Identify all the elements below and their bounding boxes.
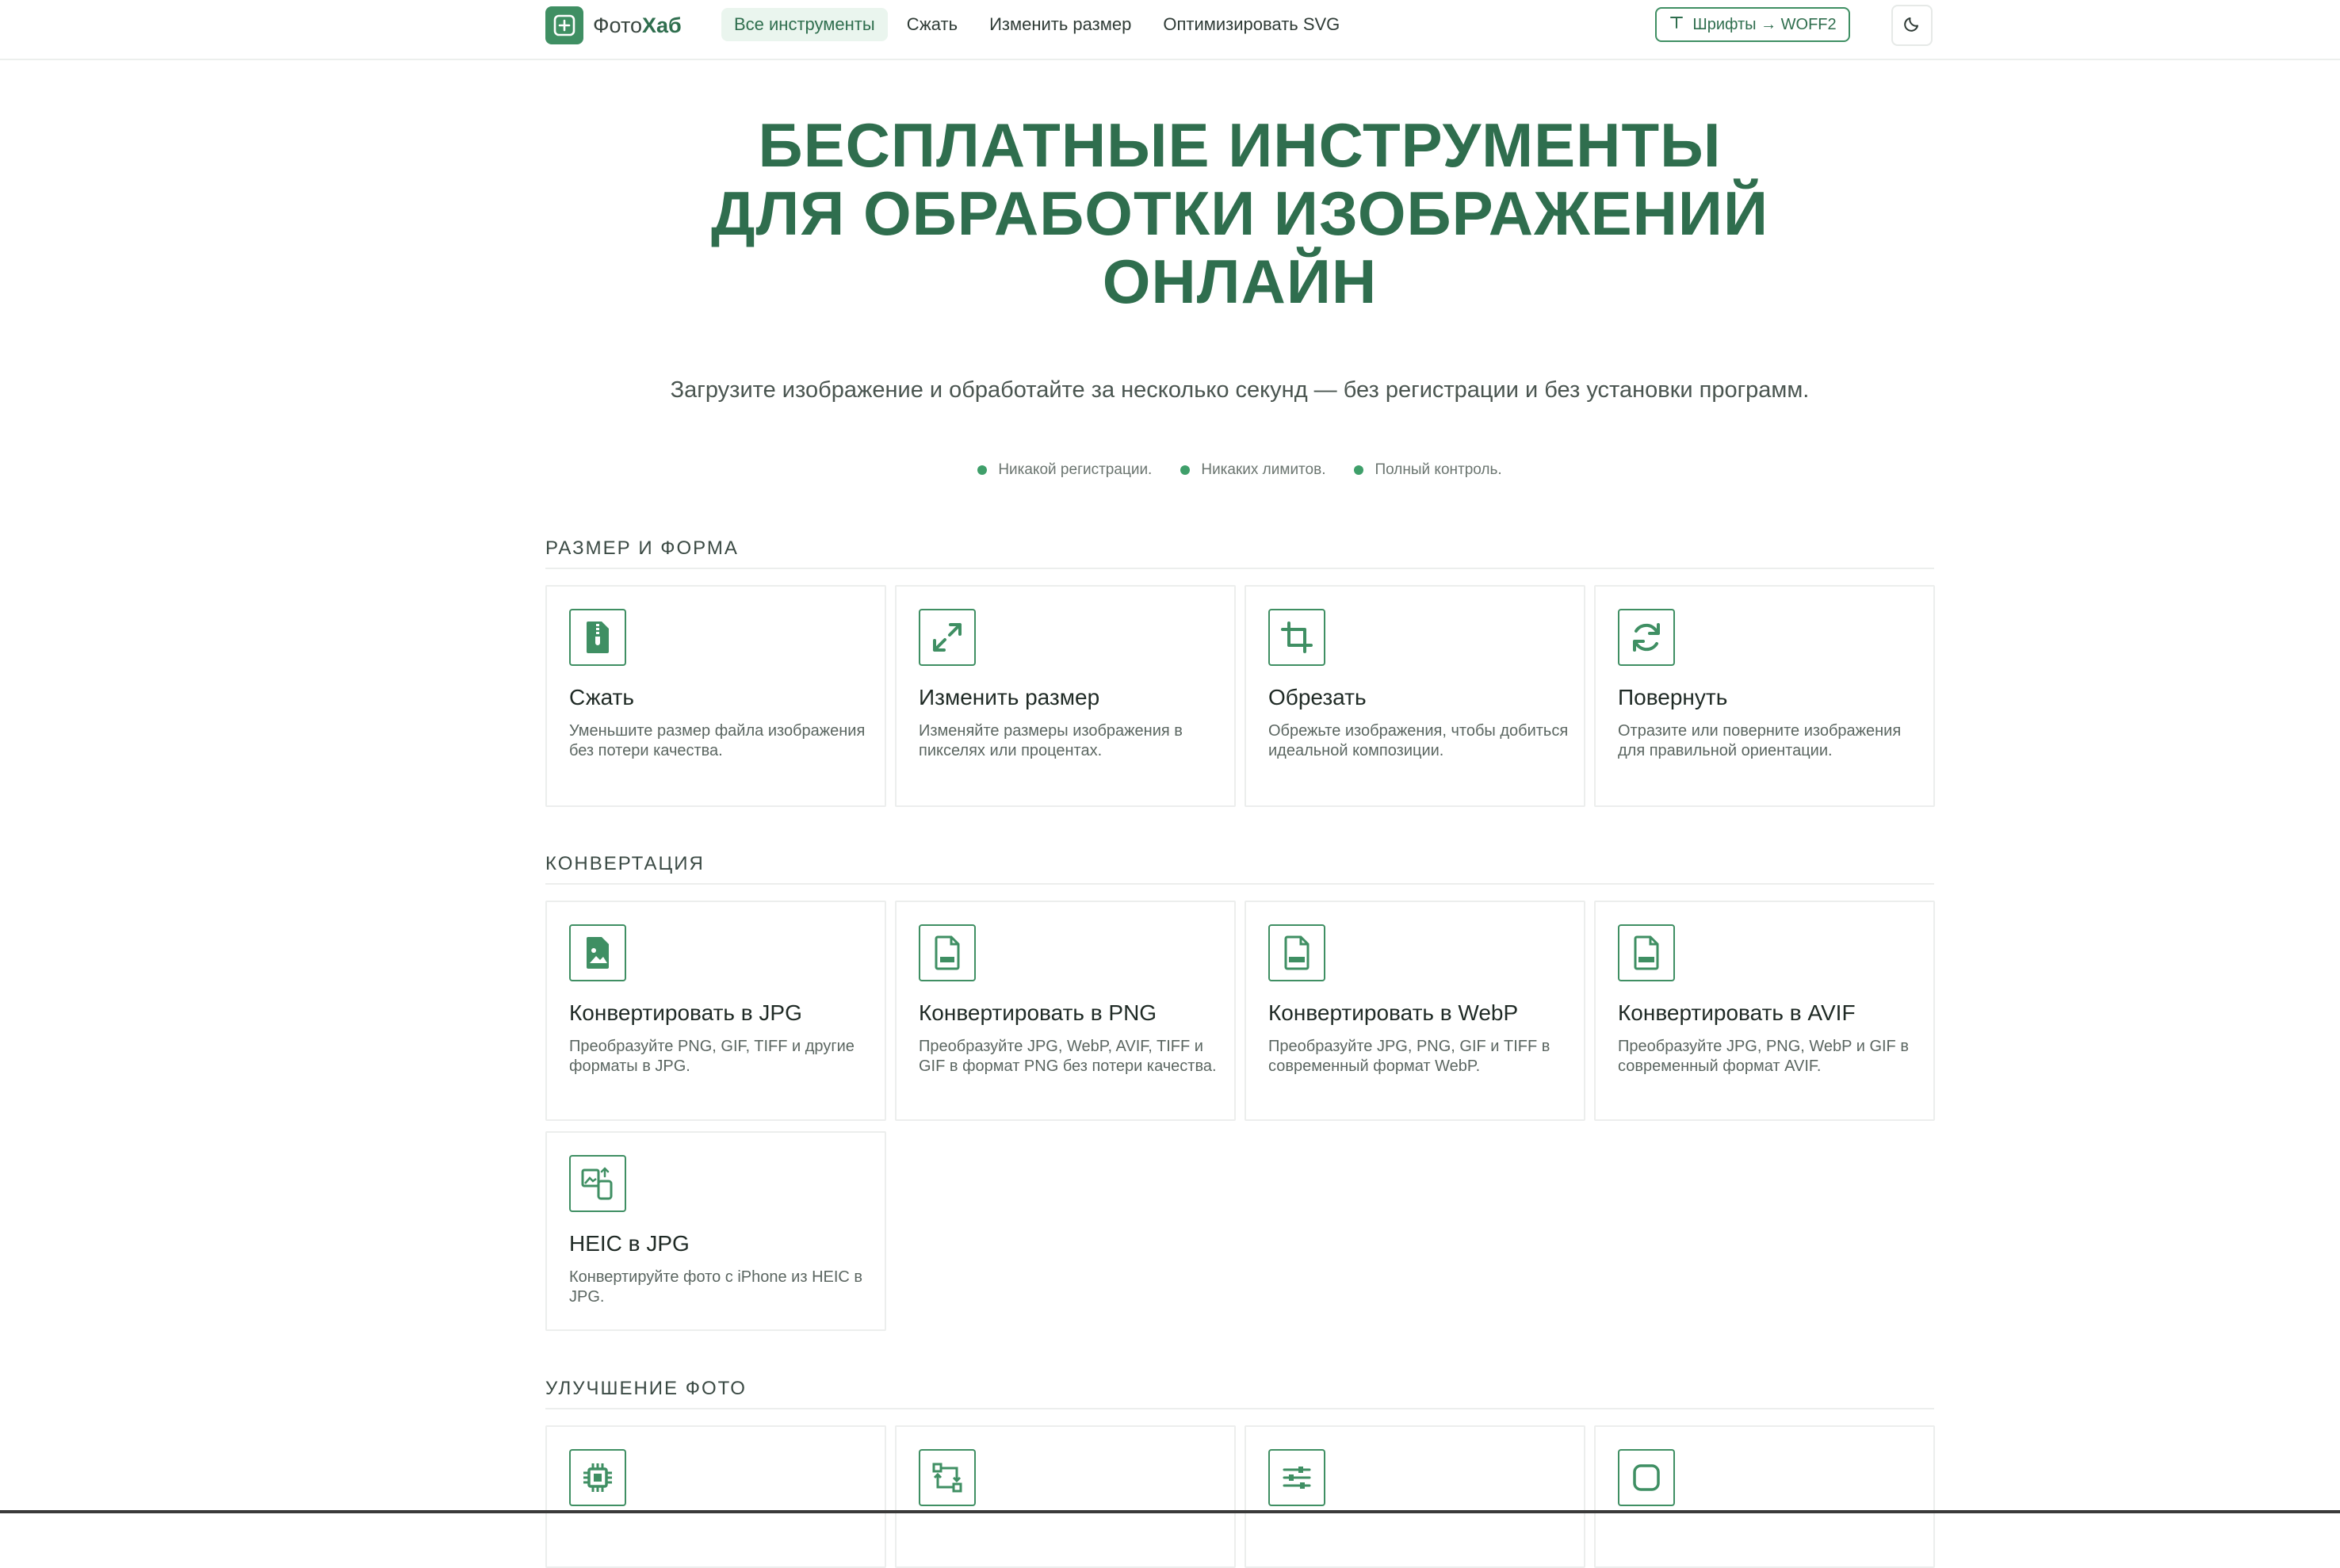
logo-suffix: Хаб xyxy=(642,13,682,37)
feature-badge: Полный контроль. xyxy=(1354,461,1502,479)
tool-card-heic-to-jpg[interactable]: HEIC в JPG Конвертируйте фото с iPhone и… xyxy=(545,1131,886,1331)
card-description: Уменьшите размер файла изображения без п… xyxy=(569,722,866,759)
tool-card[interactable] xyxy=(1245,1425,1585,1568)
card-title: Повернуть xyxy=(1618,685,1728,709)
dot-icon xyxy=(1354,465,1364,475)
feature-badges: Никакой регистрации. Никаких лимитов. По… xyxy=(0,461,2340,479)
viewport-bottom-edge xyxy=(0,1510,2340,1513)
logo-prefix: Фото xyxy=(593,13,643,37)
section-title-size-shape: РАЗМЕР И ФОРМА xyxy=(545,537,1934,569)
png-file-icon xyxy=(919,924,976,981)
badge-label: Полный контроль. xyxy=(1375,461,1502,478)
webp-file-icon xyxy=(1268,924,1325,981)
tool-card-to-png[interactable]: Конвертировать в PNG Преобразуйте JPG, W… xyxy=(895,901,1236,1121)
top-navbar: ФотоХаб Все инструменты Сжать Изменить р… xyxy=(0,0,2340,60)
plus-square-icon xyxy=(545,6,583,44)
card-title: Конвертировать в WebP xyxy=(1268,1000,1519,1025)
avif-file-icon xyxy=(1618,924,1675,981)
tool-card[interactable] xyxy=(1594,1425,1935,1568)
expand-icon xyxy=(919,609,976,666)
chip-icon xyxy=(569,1449,626,1506)
fonts-woff2-button[interactable]: Шрифты → WOFF2 xyxy=(1655,7,1850,42)
badge-label: Никакой регистрации. xyxy=(998,461,1153,478)
card-description: Отразите или поверните изображения для п… xyxy=(1618,722,1902,759)
dot-icon xyxy=(977,465,988,475)
card-description: Преобразуйте JPG, PNG, GIF и TIFF в совр… xyxy=(1268,1038,1550,1075)
image-file-icon xyxy=(569,924,626,981)
section-title-photo-enhancement: УЛУЧШЕНИЕ ФОТО xyxy=(545,1378,1934,1409)
transform-icon xyxy=(919,1449,976,1506)
card-description: Преобразуйте JPG, WebP, AVIF, TIFF и GIF… xyxy=(919,1038,1217,1075)
nav-optimize-svg[interactable]: Оптимизировать SVG xyxy=(1150,8,1352,41)
nav-compress[interactable]: Сжать xyxy=(894,8,970,41)
main-nav: Все инструменты Сжать Изменить размер Оп… xyxy=(721,8,1352,41)
dot-icon xyxy=(1180,465,1191,475)
card-description: Изменяйте размеры изображения в пикселях… xyxy=(919,722,1183,759)
card-description: Обрежьте изображения, чтобы добиться иде… xyxy=(1268,722,1569,759)
card-title: Конвертировать в AVIF xyxy=(1618,1000,1856,1025)
sliders-icon xyxy=(1268,1449,1325,1506)
tool-card-to-avif[interactable]: Конвертировать в AVIF Преобразуйте JPG, … xyxy=(1594,901,1935,1121)
feature-badge: Никакой регистрации. xyxy=(977,461,1152,479)
hero-title: БЕСПЛАТНЫЕ ИНСТРУМЕНТЫ ДЛЯ ОБРАБОТКИ ИЗО… xyxy=(0,111,2340,316)
card-title: Изменить размер xyxy=(919,685,1100,709)
section-title-conversion: КОНВЕРТАЦИЯ xyxy=(545,853,1934,885)
rotate-icon xyxy=(1618,609,1675,666)
zip-file-icon xyxy=(569,609,626,666)
tool-card-compress[interactable]: Сжать Уменьшите размер файла изображения… xyxy=(545,585,886,807)
tool-card-crop[interactable]: Обрезать Обрежьте изображения, чтобы доб… xyxy=(1245,585,1585,807)
hero-title-line: ОНЛАЙН xyxy=(1102,247,1378,316)
hero-subtitle: Загрузите изображение и обработайте за н… xyxy=(670,377,1810,403)
hero-title-line: ДЛЯ ОБРАБОТКИ ИЗОБРАЖЕНИЙ xyxy=(710,178,1769,248)
card-title: Сжать xyxy=(569,685,634,709)
tool-card[interactable] xyxy=(895,1425,1236,1568)
fonts-button-label: Шрифты → WOFF2 xyxy=(1692,15,1837,33)
nav-resize[interactable]: Изменить размер xyxy=(977,8,1144,41)
card-description: Преобразуйте JPG, PNG, WebP и GIF в совр… xyxy=(1618,1038,1909,1075)
hero-title-line: БЕСПЛАТНЫЕ ИНСТРУМЕНТЫ xyxy=(758,110,1722,180)
card-title: HEIC в JPG xyxy=(569,1231,690,1256)
rounded-square-icon xyxy=(1618,1449,1675,1506)
feature-badge: Никаких лимитов. xyxy=(1180,461,1325,479)
card-description: Конвертируйте фото с iPhone из HEIC в JP… xyxy=(569,1268,863,1306)
tool-card-resize[interactable]: Изменить размер Изменяйте размеры изобра… xyxy=(895,585,1236,807)
crop-icon xyxy=(1268,609,1325,666)
tool-card-to-webp[interactable]: Конвертировать в WebP Преобразуйте JPG, … xyxy=(1245,901,1585,1121)
tool-card-to-jpg[interactable]: Конвертировать в JPG Преобразуйте PNG, G… xyxy=(545,901,886,1121)
badge-label: Никаких лимитов. xyxy=(1201,461,1326,478)
theme-toggle-button[interactable] xyxy=(1891,5,1933,46)
moon-icon xyxy=(1902,14,1921,37)
card-title: Конвертировать в JPG xyxy=(569,1000,802,1025)
nav-all-tools[interactable]: Все инструменты xyxy=(721,8,888,41)
logo[interactable]: ФотоХаб xyxy=(545,6,682,44)
card-title: Обрезать xyxy=(1268,685,1367,709)
heic-convert-icon xyxy=(569,1155,626,1212)
tool-card-rotate[interactable]: Повернуть Отразите или поверните изображ… xyxy=(1594,585,1935,807)
card-description: Преобразуйте PNG, GIF, TIFF и другие фор… xyxy=(569,1038,855,1075)
card-title: Конвертировать в PNG xyxy=(919,1000,1157,1025)
text-type-icon xyxy=(1669,14,1684,35)
tool-card[interactable] xyxy=(545,1425,886,1568)
logo-text: ФотоХаб xyxy=(593,13,682,38)
